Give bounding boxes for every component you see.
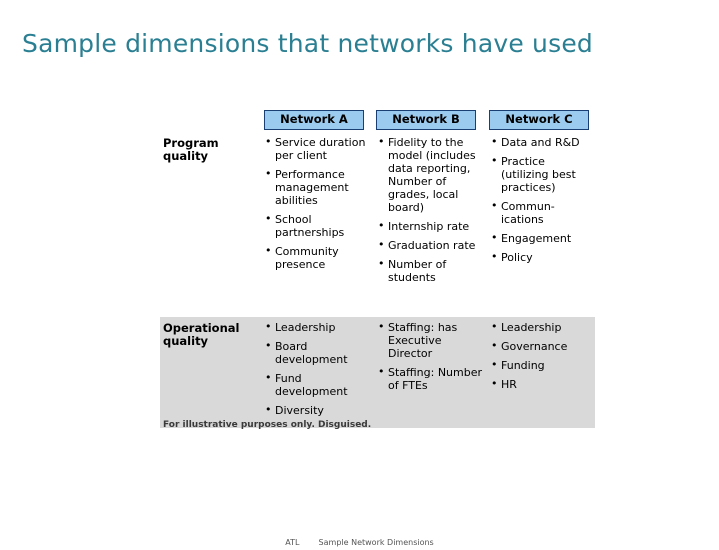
cell-operational-network-c: Leadership Governance Funding HR bbox=[491, 320, 595, 397]
page-footer: ATL Sample Network Dimensions bbox=[0, 538, 719, 548]
list-item: Practice (utilizing best practices) bbox=[491, 154, 595, 194]
bullet-list: Leadership Board development Fund developm… bbox=[265, 320, 369, 417]
list-item: Diversity bbox=[265, 403, 369, 417]
column-header-network-a: Network A bbox=[264, 110, 364, 130]
list-item: Internship rate bbox=[378, 219, 482, 233]
list-item: Governance bbox=[491, 339, 595, 353]
list-item: Board development bbox=[265, 339, 369, 366]
list-item: Community presence bbox=[265, 244, 369, 271]
list-item: Engagement bbox=[491, 231, 595, 245]
bullet-list: Service duration per client Performance m… bbox=[265, 135, 369, 271]
list-item: Staffing: Number of FTEs bbox=[378, 365, 482, 392]
list-item: Commun-ications bbox=[491, 199, 595, 226]
footer-right-label: Sample Network Dimensions bbox=[318, 538, 434, 547]
column-header-network-c: Network C bbox=[489, 110, 589, 130]
cell-operational-network-a: Leadership Board development Fund developm… bbox=[265, 320, 369, 423]
list-item: Leadership bbox=[265, 320, 369, 334]
list-item: Policy bbox=[491, 250, 595, 264]
list-item: Staffing: has Executive Director bbox=[378, 320, 482, 360]
row-label-program-quality: Program quality bbox=[163, 136, 219, 163]
bullet-list: Staffing: has Executive Director Staffing… bbox=[378, 320, 482, 392]
list-item: Number of students bbox=[378, 257, 482, 284]
row-label-operational-quality: Operational quality bbox=[163, 321, 240, 348]
footer-left-label: ATL bbox=[285, 538, 300, 547]
bullet-list: Fidelity to the model (includes data rep… bbox=[378, 135, 482, 284]
page-title: Sample dimensions that networks have use… bbox=[22, 29, 593, 58]
footnote-text: For illustrative purposes only. Disguise… bbox=[163, 420, 372, 430]
bullet-list: Data and R&D Practice (utilizing best pra… bbox=[491, 135, 595, 264]
cell-operational-network-b: Staffing: has Executive Director Staffing… bbox=[378, 320, 482, 398]
cell-program-network-b: Fidelity to the model (includes data rep… bbox=[378, 135, 482, 290]
list-item: Performance management abilities bbox=[265, 167, 369, 207]
cell-program-network-a: Service duration per client Performance m… bbox=[265, 135, 369, 277]
table-header-row: Network A Network B Network C bbox=[160, 110, 595, 132]
list-item: School partnerships bbox=[265, 212, 369, 239]
list-item: Service duration per client bbox=[265, 135, 369, 162]
list-item: Data and R&D bbox=[491, 135, 595, 149]
list-item: HR bbox=[491, 377, 595, 391]
list-item: Fund development bbox=[265, 371, 369, 398]
list-item: Fidelity to the model (includes data rep… bbox=[378, 135, 482, 214]
cell-program-network-c: Data and R&D Practice (utilizing best pra… bbox=[491, 135, 595, 270]
list-item: Leadership bbox=[491, 320, 595, 334]
list-item: Graduation rate bbox=[378, 238, 482, 252]
list-item: Funding bbox=[491, 358, 595, 372]
bullet-list: Leadership Governance Funding HR bbox=[491, 320, 595, 391]
column-header-network-b: Network B bbox=[376, 110, 476, 130]
